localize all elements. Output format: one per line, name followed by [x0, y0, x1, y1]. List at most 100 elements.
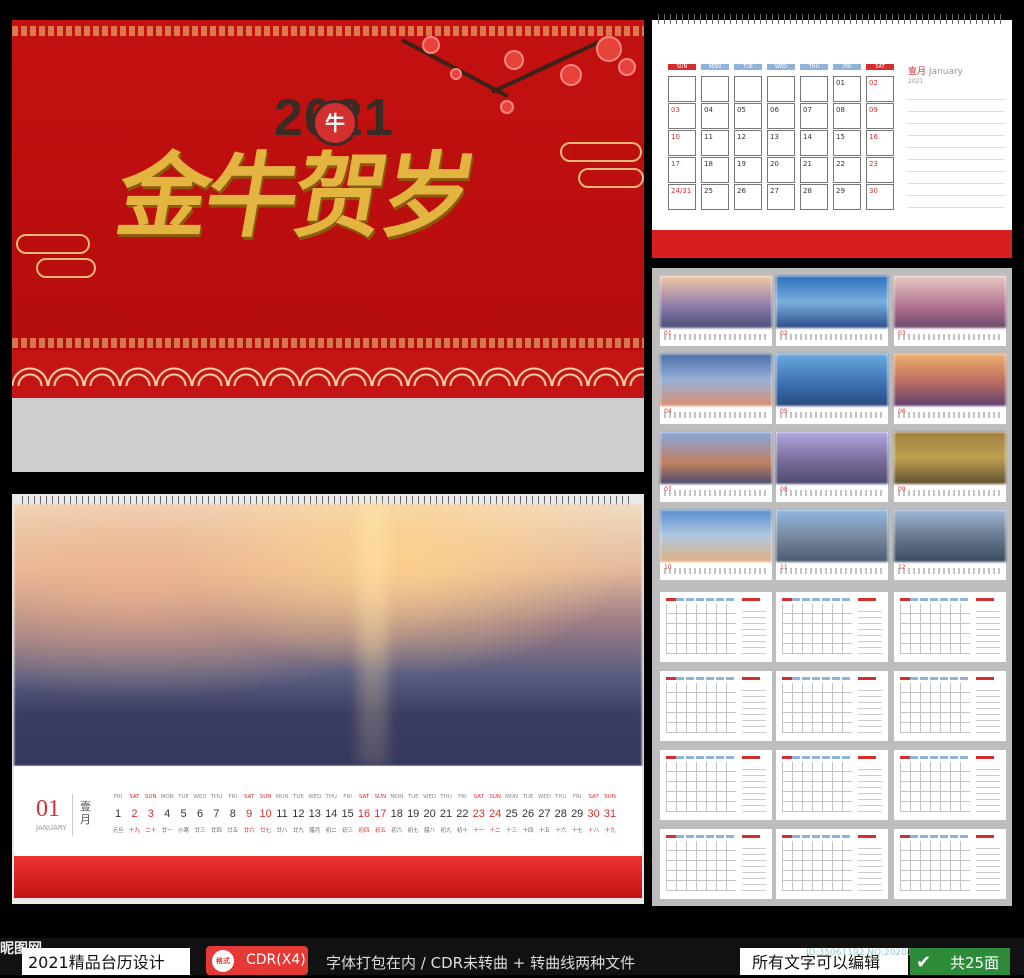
day-number: 02 — [869, 79, 878, 87]
calendar-page-thumbnail[interactable] — [660, 750, 772, 820]
thumbnail-hd2 — [900, 835, 910, 838]
thumbnail-hd2 — [900, 598, 910, 601]
thumbnail-lines — [742, 843, 766, 891]
day-cell: 15 — [833, 130, 861, 156]
month-thumbnail[interactable]: 02 — [776, 276, 888, 346]
strip-day: 20 — [423, 808, 436, 820]
month-english: JANUARY — [36, 824, 67, 832]
thumbnail-day-strip — [898, 490, 1002, 496]
calendar-page-thumbnail[interactable] — [776, 592, 888, 662]
calendar-page-thumbnail[interactable] — [894, 829, 1006, 899]
strip-day: 29 — [571, 808, 584, 820]
thumbnail-photo — [776, 510, 888, 562]
strip-lunar: 腊八 — [424, 828, 436, 834]
weekday-header: FRI — [833, 64, 861, 70]
thumbnail-day-strip — [780, 412, 884, 418]
strip-day: 19 — [407, 808, 420, 820]
thumbnail-lines — [858, 764, 882, 812]
calendar-page-thumbnail[interactable] — [660, 592, 772, 662]
strip-day: 27 — [538, 808, 551, 820]
strip-lunar: 初七 — [407, 828, 419, 834]
day-cell: 22 — [833, 157, 861, 183]
day-number: 28 — [803, 187, 812, 195]
strip-lunar: 廿七 — [260, 828, 272, 834]
calendar-red-base — [652, 230, 1012, 258]
thumbnail-hd — [900, 756, 970, 759]
month-thumbnail[interactable]: 03 — [894, 276, 1006, 346]
day-number: 18 — [704, 160, 713, 168]
strip-weekday: TUE — [407, 794, 419, 800]
day-number: 09 — [869, 106, 878, 114]
calendar-page-thumbnail[interactable] — [894, 750, 1006, 820]
thumbnail-hd — [782, 835, 852, 838]
month-thumbnail[interactable]: 08 — [776, 432, 888, 502]
day-number: 17 — [671, 160, 680, 168]
day-cell: 25 — [701, 184, 729, 210]
calendar-page-thumbnail[interactable] — [776, 829, 888, 899]
calendar-page-thumbnail[interactable] — [776, 671, 888, 741]
day-number: 15 — [836, 133, 845, 141]
plum-blossom — [450, 68, 462, 80]
calendar-page-thumbnail[interactable] — [894, 592, 1006, 662]
day-cell: 02 — [866, 76, 894, 102]
month-thumbnail[interactable]: 09 — [894, 432, 1006, 502]
day-cell: 20 — [767, 157, 795, 183]
month-thumbnail[interactable]: 10 — [660, 510, 772, 580]
thumbnail-photo — [776, 276, 888, 328]
month-thumbnail[interactable]: 12 — [894, 510, 1006, 580]
day-cell: 28 — [800, 184, 828, 210]
thumbnail-day-strip — [898, 568, 1002, 574]
thumbnail-hd2 — [666, 598, 676, 601]
thumbnail-mt — [858, 835, 876, 838]
month-thumbnail[interactable]: 06 — [894, 354, 1006, 424]
day-number: 16 — [869, 133, 878, 141]
thumbnail-day-strip — [664, 412, 768, 418]
strip-weekday: SUN — [374, 794, 387, 800]
strip-weekday: FRI — [343, 794, 352, 800]
day-cell: 29 — [833, 184, 861, 210]
thumbnail-day-strip — [780, 334, 884, 340]
month-thumbnail[interactable]: 07 — [660, 432, 772, 502]
month-thumbnail[interactable]: 01 — [660, 276, 772, 346]
month-thumbnail[interactable]: 04 — [660, 354, 772, 424]
day-number: 30 — [869, 187, 878, 195]
thumbnail-lines — [976, 843, 1000, 891]
thumbnail-day-strip — [664, 568, 768, 574]
footer-bar: 昵图网 2021精品台历设计 格式 CDR(X4) 字体打包在内 / CDR未转… — [0, 924, 1024, 975]
weekday-header: THU — [800, 64, 828, 70]
day-number: 13 — [770, 133, 779, 141]
thumbnail-grid — [900, 841, 970, 891]
thumbnail-hd — [666, 677, 736, 680]
strip-day: 6 — [196, 808, 204, 820]
calendar-page-thumbnail[interactable] — [660, 829, 772, 899]
plum-blossom — [618, 58, 636, 76]
month-thumbnail[interactable]: 05 — [776, 354, 888, 424]
month-chinese: 壹月 — [80, 800, 91, 826]
thumbnail-hd2 — [900, 756, 910, 759]
strip-lunar: 十六 — [555, 828, 567, 834]
day-number: 14 — [803, 133, 812, 141]
strip-day: 16 — [357, 808, 371, 820]
strip-weekday: SAT — [588, 794, 599, 800]
thumbnail-photo — [894, 276, 1006, 328]
thumbnail-lines — [976, 685, 1000, 733]
strip-weekday: SUN — [144, 794, 157, 800]
thumbnail-photo — [660, 510, 772, 562]
strip-lunar: 初二 — [325, 828, 337, 834]
day-cell — [734, 76, 762, 102]
calendar-page-thumbnail[interactable] — [660, 671, 772, 741]
day-cell: 05 — [734, 103, 762, 129]
greek-key-border-top — [12, 26, 644, 36]
calendar-page-thumbnail[interactable] — [894, 671, 1006, 741]
thumbnail-lines — [976, 764, 1000, 812]
plum-blossom — [422, 36, 440, 54]
calendar-page-thumbnail[interactable] — [776, 750, 888, 820]
strip-weekday: SAT — [129, 794, 140, 800]
thumbnail-photo — [894, 354, 1006, 406]
plum-blossom — [500, 100, 514, 114]
day-cell: 08 — [833, 103, 861, 129]
month-thumbnail[interactable]: 11 — [776, 510, 888, 580]
january-calendar-preview: SUN MON TUE WED THU FRI SAT 01 02 03 04 05 06 07 08 09… — [652, 14, 1012, 258]
day-number: 21 — [803, 160, 812, 168]
day-number: 05 — [737, 106, 746, 114]
